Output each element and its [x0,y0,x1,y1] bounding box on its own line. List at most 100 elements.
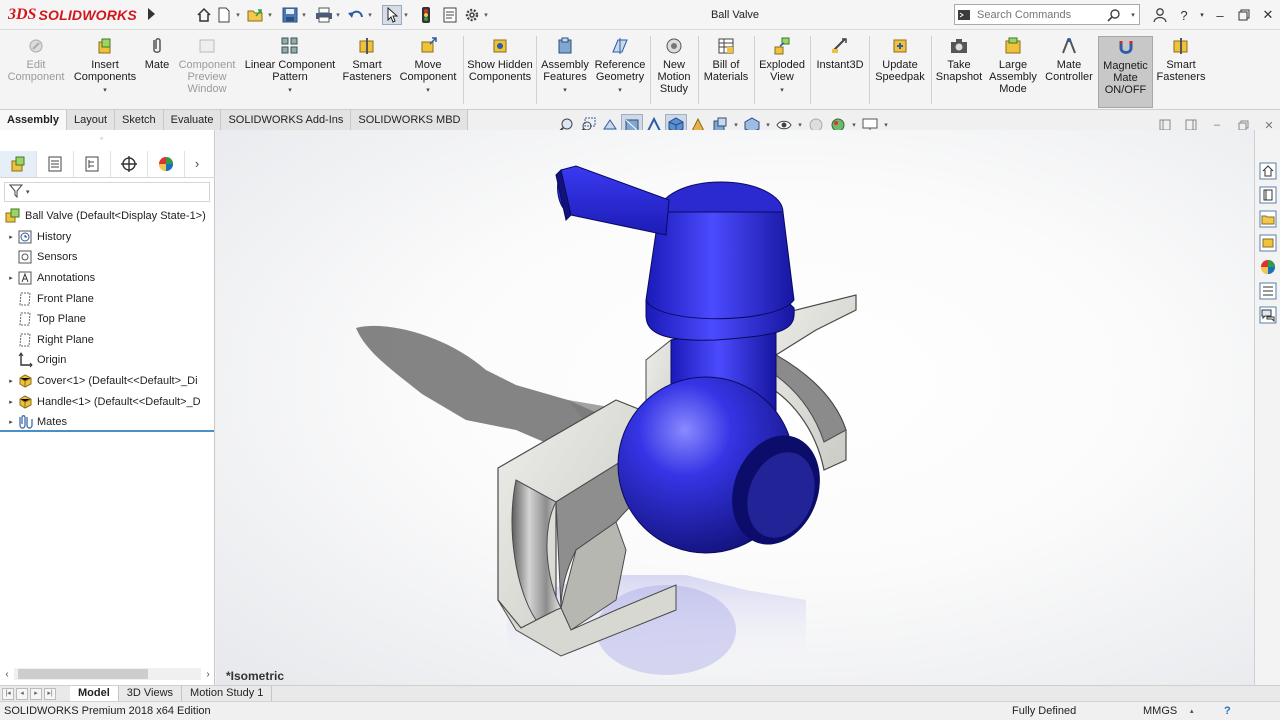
configuration-manager-tab-icon[interactable] [74,150,111,177]
panel-grip-icon[interactable]: ◦ [100,133,103,143]
move-component-button[interactable]: Move Component ▾ [396,36,460,108]
prev-tab-arrow-icon[interactable]: ◂ [16,687,28,700]
view-settings-dropdown-icon[interactable]: ▾ [881,121,891,129]
scroll-thumb[interactable] [18,669,148,679]
search-input[interactable] [973,8,1101,21]
new-document-icon[interactable] [214,5,234,25]
mate-controller-button[interactable]: Mate Controller [1042,36,1096,108]
tree-filter[interactable]: ▾ [4,182,210,202]
search-icon[interactable] [1101,5,1127,24]
insert-components-button[interactable]: Insert Components ▾ [70,36,140,108]
undo-dropdown-icon[interactable]: ▾ [366,11,374,19]
expand-arrow-icon[interactable]: ▸ [6,377,16,385]
feature-tree-tab-icon[interactable] [0,150,37,177]
solidworks-logo[interactable]: 3DS SOLIDWORKS [8,6,137,24]
rebuild-traffic-light-icon[interactable] [416,5,436,25]
first-tab-arrow-icon[interactable]: |◂ [2,687,14,700]
component-preview-window-button[interactable]: Component Preview Window [175,36,239,108]
scene-dropdown-icon[interactable]: ▾ [849,121,859,129]
tab-sketch[interactable]: Sketch [115,110,164,130]
tree-item-top-plane[interactable]: Top Plane [0,309,215,330]
tree-item-front-plane[interactable]: Front Plane [0,288,215,309]
tab-mbd[interactable]: SOLIDWORKS MBD [351,110,469,130]
hide-show-dropdown-icon[interactable]: ▾ [731,121,741,129]
open-dropdown-icon[interactable]: ▾ [266,11,274,19]
close-icon[interactable]: ✕ [1256,4,1280,26]
assembly-features-button[interactable]: Assembly Features ▾ [538,36,592,108]
tree-item-history[interactable]: ▸ History [0,227,215,248]
help-dropdown-icon[interactable]: ▾ [1196,4,1208,26]
user-account-icon[interactable] [1148,4,1172,26]
status-help-icon[interactable]: ? [1224,705,1231,717]
visibility-dropdown-icon[interactable]: ▾ [795,121,805,129]
insert-components-dropdown-icon[interactable]: ▾ [103,85,107,97]
move-component-dropdown-icon[interactable]: ▾ [426,85,430,97]
tree-item-origin[interactable]: Origin [0,350,215,371]
display-mode-dropdown-icon[interactable]: ▾ [763,121,773,129]
tree-item-sensors[interactable]: Sensors [0,247,215,268]
expand-arrow-icon[interactable]: ▸ [6,418,16,426]
forum-icon[interactable] [1256,304,1280,326]
filter-dropdown-icon[interactable]: ▾ [26,188,30,196]
tab-assembly[interactable]: Assembly [0,110,67,130]
edit-component-button[interactable]: Edit Component [6,36,66,108]
linear-pattern-dropdown-icon[interactable]: ▾ [288,85,292,97]
more-tabs-arrow-icon[interactable]: › [185,156,209,171]
search-mode-icon[interactable] [955,5,973,24]
file-properties-icon[interactable] [440,5,460,25]
new-motion-study-button[interactable]: New Motion Study [652,36,696,108]
tree-item-annotations[interactable]: ▸ Annotations [0,268,215,289]
last-tab-arrow-icon[interactable]: ▸| [44,687,56,700]
dimxpert-tab-icon[interactable] [111,150,148,177]
mate-button[interactable]: Mate [141,36,173,108]
tree-horizontal-scrollbar[interactable]: ‹ › [0,665,215,683]
tab-layout[interactable]: Layout [66,110,116,130]
tab-addins[interactable]: SOLIDWORKS Add-Ins [221,110,352,130]
tree-item-handle[interactable]: ▸ Handle<1> (Default<<Default>_D [0,391,215,412]
scroll-left-arrow-icon[interactable]: ‹ [0,669,14,680]
design-library-icon[interactable] [1256,184,1280,206]
print-icon[interactable] [314,5,334,25]
new-dropdown-icon[interactable]: ▾ [234,11,242,19]
tree-root-assembly[interactable]: Ball Valve (Default<Display State-1>) [0,206,215,227]
exploded-view-dropdown-icon[interactable]: ▾ [780,85,784,97]
search-commands-box[interactable]: ▾ [954,4,1140,25]
tree-item-right-plane[interactable]: Right Plane [0,330,215,351]
select-dropdown-icon[interactable]: ▾ [402,11,410,19]
tab-model[interactable]: Model [70,685,119,702]
large-assembly-mode-button[interactable]: Large Assembly Mode [987,36,1039,108]
view-palette-icon[interactable] [1256,232,1280,254]
select-pointer-icon[interactable] [382,5,402,25]
assembly-features-dropdown-icon[interactable]: ▾ [563,85,567,97]
bill-of-materials-button[interactable]: Bill of Materials [700,36,752,108]
undo-icon[interactable] [346,5,366,25]
unit-system[interactable]: MMGS [1143,705,1177,717]
tree-item-cover[interactable]: ▸ Cover<1> (Default<<Default>_Di [0,371,215,392]
solidworks-resources-home-icon[interactable] [1256,160,1280,182]
custom-properties-icon[interactable] [1256,280,1280,302]
filter-icon[interactable] [8,184,25,201]
home-icon[interactable] [194,5,214,25]
tab-motion-study-1[interactable]: Motion Study 1 [182,685,273,702]
minimize-icon[interactable]: – [1208,4,1232,26]
display-manager-tab-icon[interactable] [148,150,185,177]
appearances-icon[interactable] [1256,256,1280,278]
exploded-view-button[interactable]: Exploded View ▾ [756,36,808,108]
smart-fasteners-button[interactable]: Smart Fasteners [340,36,394,108]
scroll-track[interactable] [14,668,201,680]
graphics-viewport[interactable]: *Isometric [216,130,1254,685]
print-dropdown-icon[interactable]: ▾ [334,11,342,19]
reference-geometry-dropdown-icon[interactable]: ▾ [618,85,622,97]
take-snapshot-button[interactable]: Take Snapshot [933,36,985,108]
expand-arrow-icon[interactable]: ▸ [6,398,16,406]
options-gear-icon[interactable] [462,5,482,25]
save-dropdown-icon[interactable]: ▾ [300,11,308,19]
tab-evaluate[interactable]: Evaluate [163,110,222,130]
expand-arrow-icon[interactable]: ▸ [6,233,16,241]
magnetic-mate-button[interactable]: Magnetic Mate ON/OFF [1098,36,1153,108]
next-tab-arrow-icon[interactable]: ▸ [30,687,42,700]
property-manager-tab-icon[interactable] [37,150,74,177]
help-icon[interactable]: ? [1172,4,1196,26]
menu-expand-arrow-icon[interactable] [148,8,155,20]
ball-valve-model[interactable] [216,130,1254,685]
